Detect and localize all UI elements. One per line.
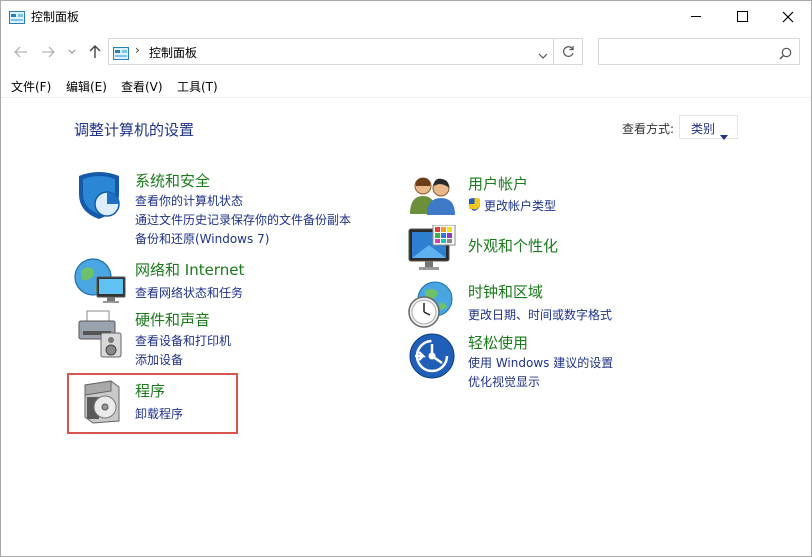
back-arrow-icon — [14, 46, 27, 58]
up-arrow-icon — [89, 45, 101, 58]
highlight-box — [67, 373, 238, 434]
category-appearance-personalization[interactable]: 外观和个性化 — [468, 235, 558, 256]
menu-tools[interactable]: 工具(T) — [177, 78, 218, 95]
category-system-security[interactable]: 系统和安全 — [135, 170, 210, 191]
link-view-network-status[interactable]: 查看网络状态和任务 — [135, 284, 243, 301]
maximize-button[interactable] — [719, 1, 765, 32]
category-clock-region[interactable]: 时钟和区域 — [468, 281, 543, 302]
search-input[interactable] — [598, 38, 800, 65]
link-devices-printers[interactable]: 查看设备和打印机 — [135, 332, 231, 349]
view-by-label: 查看方式: — [622, 122, 675, 136]
up-button[interactable] — [84, 41, 106, 63]
category-network-internet[interactable]: 网络和 Internet — [135, 259, 244, 280]
address-bar[interactable]: › 控制面板 — [108, 38, 583, 65]
printer-speaker-icon[interactable] — [77, 309, 125, 363]
breadcrumb-control-panel[interactable]: 控制面板 — [149, 44, 197, 61]
link-file-history-backup[interactable]: 通过文件历史记录保存你的文件备份副本 — [135, 211, 351, 228]
forward-arrow-icon — [42, 46, 55, 58]
link-change-date-time-format[interactable]: 更改日期、时间或数字格式 — [468, 306, 612, 323]
menu-edit[interactable]: 编辑(E) — [66, 78, 107, 95]
close-button[interactable] — [765, 1, 811, 32]
title-bar[interactable]: 控制面板 — [1, 1, 811, 32]
view-by-dropdown[interactable]: 类别 — [679, 115, 738, 140]
control-panel-window: 控制面板 › 控制面板 文件(F) 编辑(E) 查看(V) 工具(T) 调整计算… — [0, 0, 812, 557]
control-panel-icon — [9, 9, 25, 24]
category-hardware-sound[interactable]: 硬件和声音 — [135, 309, 210, 330]
window-title: 控制面板 — [31, 10, 80, 24]
link-add-device[interactable]: 添加设备 — [135, 351, 183, 368]
recent-locations-button[interactable] — [61, 41, 83, 63]
address-dropdown-button[interactable] — [538, 45, 548, 64]
users-icon[interactable] — [409, 174, 457, 220]
menu-bar: 文件(F) 编辑(E) 查看(V) 工具(T) — [1, 73, 811, 98]
clock-globe-icon[interactable] — [407, 281, 457, 333]
shield-icon[interactable] — [75, 170, 123, 224]
control-panel-icon — [113, 45, 129, 60]
ease-of-access-icon[interactable] — [409, 333, 455, 383]
chevron-down-icon — [68, 49, 76, 54]
link-view-computer-status[interactable]: 查看你的计算机状态 — [135, 192, 243, 209]
refresh-button[interactable] — [553, 39, 582, 64]
forward-button[interactable] — [37, 41, 59, 63]
chevron-down-icon — [538, 53, 548, 59]
link-windows-suggested-settings[interactable]: 使用 Windows 建议的设置 — [468, 354, 613, 371]
appearance-monitor-icon[interactable] — [407, 224, 457, 277]
view-by-value: 类别 — [691, 122, 716, 136]
menu-view[interactable]: 查看(V) — [121, 78, 163, 95]
category-user-accounts[interactable]: 用户帐户 — [468, 173, 528, 194]
category-ease-of-access[interactable]: 轻松使用 — [468, 332, 528, 353]
network-globe-icon[interactable] — [73, 257, 127, 309]
dropdown-arrow-icon — [720, 125, 728, 144]
page-title: 调整计算机的设置 — [74, 121, 195, 139]
search-icon[interactable] — [779, 45, 792, 64]
back-button[interactable] — [10, 41, 32, 63]
refresh-icon — [562, 46, 574, 57]
minimize-button[interactable] — [673, 1, 719, 32]
breadcrumb-separator[interactable]: › — [135, 43, 140, 57]
link-change-account-type[interactable]: 更改帐户类型 — [484, 197, 556, 214]
link-backup-restore[interactable]: 备份和还原(Windows 7) — [135, 230, 269, 247]
link-optimize-visual-display[interactable]: 优化视觉显示 — [468, 373, 540, 390]
uac-shield-icon — [468, 196, 481, 215]
menu-file[interactable]: 文件(F) — [11, 78, 51, 95]
